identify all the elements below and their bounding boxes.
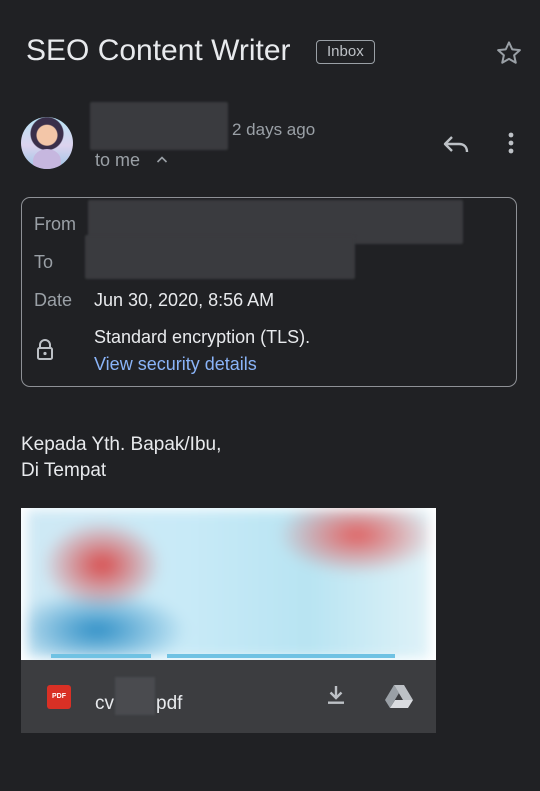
star-icon[interactable] <box>494 38 524 68</box>
email-body: Kepada Yth. Bapak/Ibu, Di Tempat <box>21 432 221 484</box>
to-address-redacted <box>85 235 355 279</box>
encryption-text: Standard encryption (TLS). <box>94 327 311 347</box>
pdf-icon: PDF <box>47 685 71 709</box>
lock-icon <box>37 339 53 360</box>
drive-icon[interactable] <box>384 683 414 709</box>
thumbnail-preview-blurred <box>27 510 429 658</box>
filename-prefix: cv <box>95 693 114 715</box>
sender-avatar[interactable] <box>21 117 73 169</box>
body-line-2: Di Tempat <box>21 460 107 481</box>
to-label: To <box>34 252 54 272</box>
attachment-card[interactable]: PDF cv pdf <box>21 508 436 733</box>
date-value: Jun 30, 2020, 8:56 AM <box>94 290 275 310</box>
attachment-filename: cv pdf <box>95 677 183 723</box>
more-vert-icon[interactable] <box>500 128 522 160</box>
attachment-bar: PDF cv pdf <box>21 660 436 733</box>
filename-suffix: pdf <box>156 693 183 715</box>
date-label: Date <box>34 290 73 310</box>
filename-redacted <box>115 677 155 715</box>
thumbnail-strip <box>51 654 151 658</box>
attachment-thumbnail[interactable] <box>21 508 436 660</box>
from-label: From <box>34 214 76 234</box>
sender-name-redacted <box>90 102 228 150</box>
reply-icon[interactable] <box>440 128 472 160</box>
thumbnail-strip <box>167 654 395 658</box>
recipient-summary[interactable]: to me <box>95 150 140 171</box>
view-security-details-link[interactable]: View security details <box>94 354 257 375</box>
body-line-1: Kepada Yth. Bapak/Ibu, <box>21 434 222 455</box>
chevron-up-icon[interactable] <box>156 154 168 166</box>
inbox-label-chip[interactable]: Inbox <box>316 40 375 64</box>
download-icon[interactable] <box>324 683 348 707</box>
email-subject: SEO Content Writer <box>26 34 291 67</box>
received-time: 2 days ago <box>232 120 316 139</box>
